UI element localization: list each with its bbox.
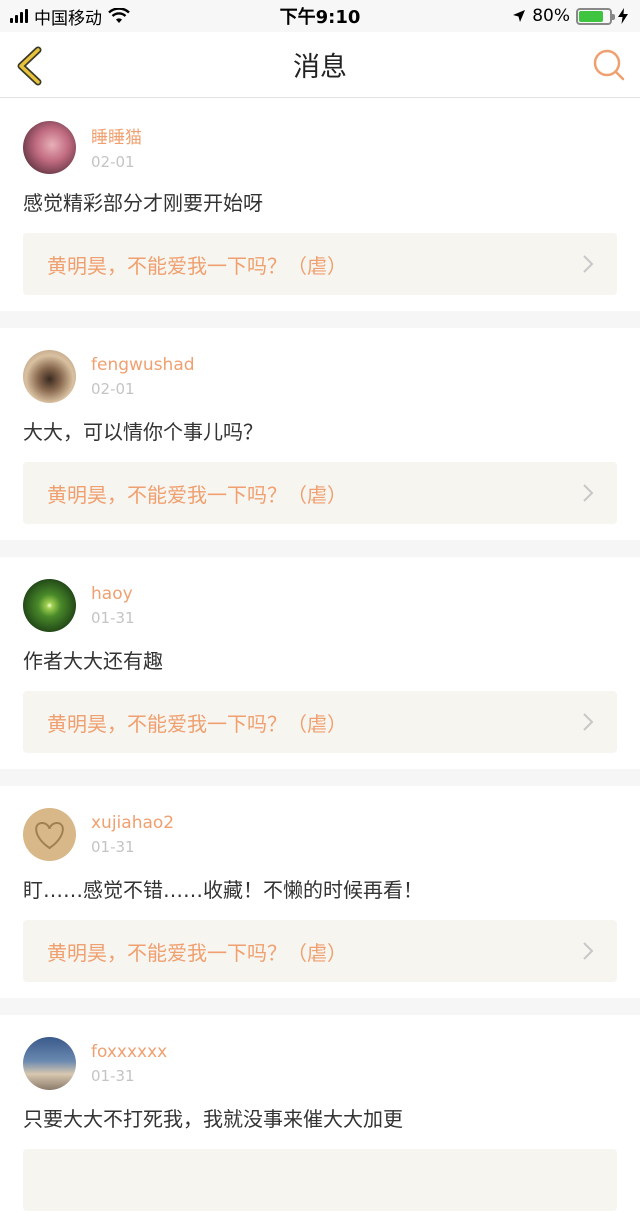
message-header: 睡睡猫 02-01 xyxy=(23,119,617,175)
message-date: 01-31 xyxy=(91,1066,135,1085)
message-header: foxxxxxx 01-31 xyxy=(23,1035,617,1091)
avatar[interactable] xyxy=(23,120,76,174)
message-date: 02-01 xyxy=(91,379,135,398)
comment-text: 盯……感觉不错……收藏！不懒的时候再看！ xyxy=(23,878,423,902)
user-name[interactable]: fengwushad xyxy=(91,355,195,375)
comment-text: 感觉精彩部分才刚要开始呀 xyxy=(23,191,263,215)
story-title: 黄明昊，不能爱我一下吗？（虐） xyxy=(47,940,347,965)
message-header: haoy 01-31 xyxy=(23,577,617,633)
avatar[interactable] xyxy=(23,1036,76,1090)
comment-text: 只要大大不打死我，我就没事来催大大加更 xyxy=(23,1107,403,1131)
referenced-story[interactable]: 黄明昊，不能爱我一下吗？（虐） xyxy=(23,462,617,524)
search-button[interactable] xyxy=(592,48,626,82)
sand-heart-icon xyxy=(35,821,64,849)
message-item[interactable]: fengwushad 02-01 大大，可以情你个事儿吗？ 黄明昊，不能爱我一下… xyxy=(0,328,640,540)
status-right: 80% xyxy=(512,6,628,26)
message-list: 睡睡猫 02-01 感觉精彩部分才刚要开始呀 黄明昊，不能爱我一下吗？（虐） f… xyxy=(0,99,640,1227)
message-header: fengwushad 02-01 xyxy=(23,348,617,404)
message-meta: xujiahao2 01-31 xyxy=(91,813,174,856)
status-bar: 中国移动 下午9:10 80% xyxy=(0,0,640,32)
user-name[interactable]: 睡睡猫 xyxy=(91,123,142,148)
user-name[interactable]: haoy xyxy=(91,584,135,604)
referenced-story[interactable] xyxy=(23,1149,617,1211)
chevron-left-icon xyxy=(17,46,42,86)
wifi-icon xyxy=(108,8,130,23)
message-date: 01-31 xyxy=(91,608,135,627)
message-item[interactable]: 睡睡猫 02-01 感觉精彩部分才刚要开始呀 黄明昊，不能爱我一下吗？（虐） xyxy=(0,99,640,311)
charging-bolt-icon xyxy=(618,8,628,24)
carrier-label: 中国移动 xyxy=(34,8,102,29)
back-button[interactable] xyxy=(12,44,52,88)
divider xyxy=(0,311,640,328)
chevron-right-icon xyxy=(583,942,594,960)
message-item[interactable]: foxxxxxx 01-31 只要大大不打死我，我就没事来催大大加更 xyxy=(0,1015,640,1227)
message-date: 01-31 xyxy=(91,837,135,856)
divider xyxy=(0,540,640,557)
message-date: 02-01 xyxy=(91,153,135,171)
battery-icon xyxy=(576,7,615,25)
message-meta: fengwushad 02-01 xyxy=(91,355,195,398)
message-meta: 睡睡猫 02-01 xyxy=(91,123,142,171)
message-item[interactable]: haoy 01-31 作者大大还有趣 黄明昊，不能爱我一下吗？（虐） xyxy=(0,557,640,769)
story-title: 黄明昊，不能爱我一下吗？（虐） xyxy=(47,711,347,736)
avatar[interactable] xyxy=(23,807,76,861)
comment-text: 作者大大还有趣 xyxy=(23,649,163,673)
search-icon xyxy=(593,49,625,81)
avatar[interactable] xyxy=(23,349,76,403)
status-left: 中国移动 xyxy=(10,4,130,29)
divider xyxy=(0,769,640,786)
user-name[interactable]: xujiahao2 xyxy=(91,813,174,833)
avatar[interactable] xyxy=(23,578,76,632)
message-header: xujiahao2 01-31 xyxy=(23,806,617,862)
battery-percent: 80% xyxy=(532,6,570,26)
chevron-right-icon xyxy=(583,255,594,273)
comment-text: 大大，可以情你个事儿吗？ xyxy=(23,420,263,444)
referenced-story[interactable]: 黄明昊，不能爱我一下吗？（虐） xyxy=(23,691,617,753)
referenced-story[interactable]: 黄明昊，不能爱我一下吗？（虐） xyxy=(23,233,617,295)
message-meta: foxxxxxx 01-31 xyxy=(91,1042,167,1085)
message-meta: haoy 01-31 xyxy=(91,584,135,627)
location-arrow-icon xyxy=(513,10,526,22)
user-name[interactable]: foxxxxxx xyxy=(91,1042,167,1062)
signal-icon xyxy=(10,9,28,23)
nav-bar: 消息 xyxy=(0,32,640,98)
story-title: 黄明昊，不能爱我一下吗？（虐） xyxy=(47,253,347,278)
referenced-story[interactable]: 黄明昊，不能爱我一下吗？（虐） xyxy=(23,920,617,982)
divider xyxy=(0,998,640,1015)
story-title: 黄明昊，不能爱我一下吗？（虐） xyxy=(47,482,347,507)
chevron-right-icon xyxy=(583,713,594,731)
message-item[interactable]: xujiahao2 01-31 盯……感觉不错……收藏！不懒的时候再看！ 黄明昊… xyxy=(0,786,640,998)
chevron-right-icon xyxy=(583,484,594,502)
page-title: 消息 xyxy=(293,52,347,83)
